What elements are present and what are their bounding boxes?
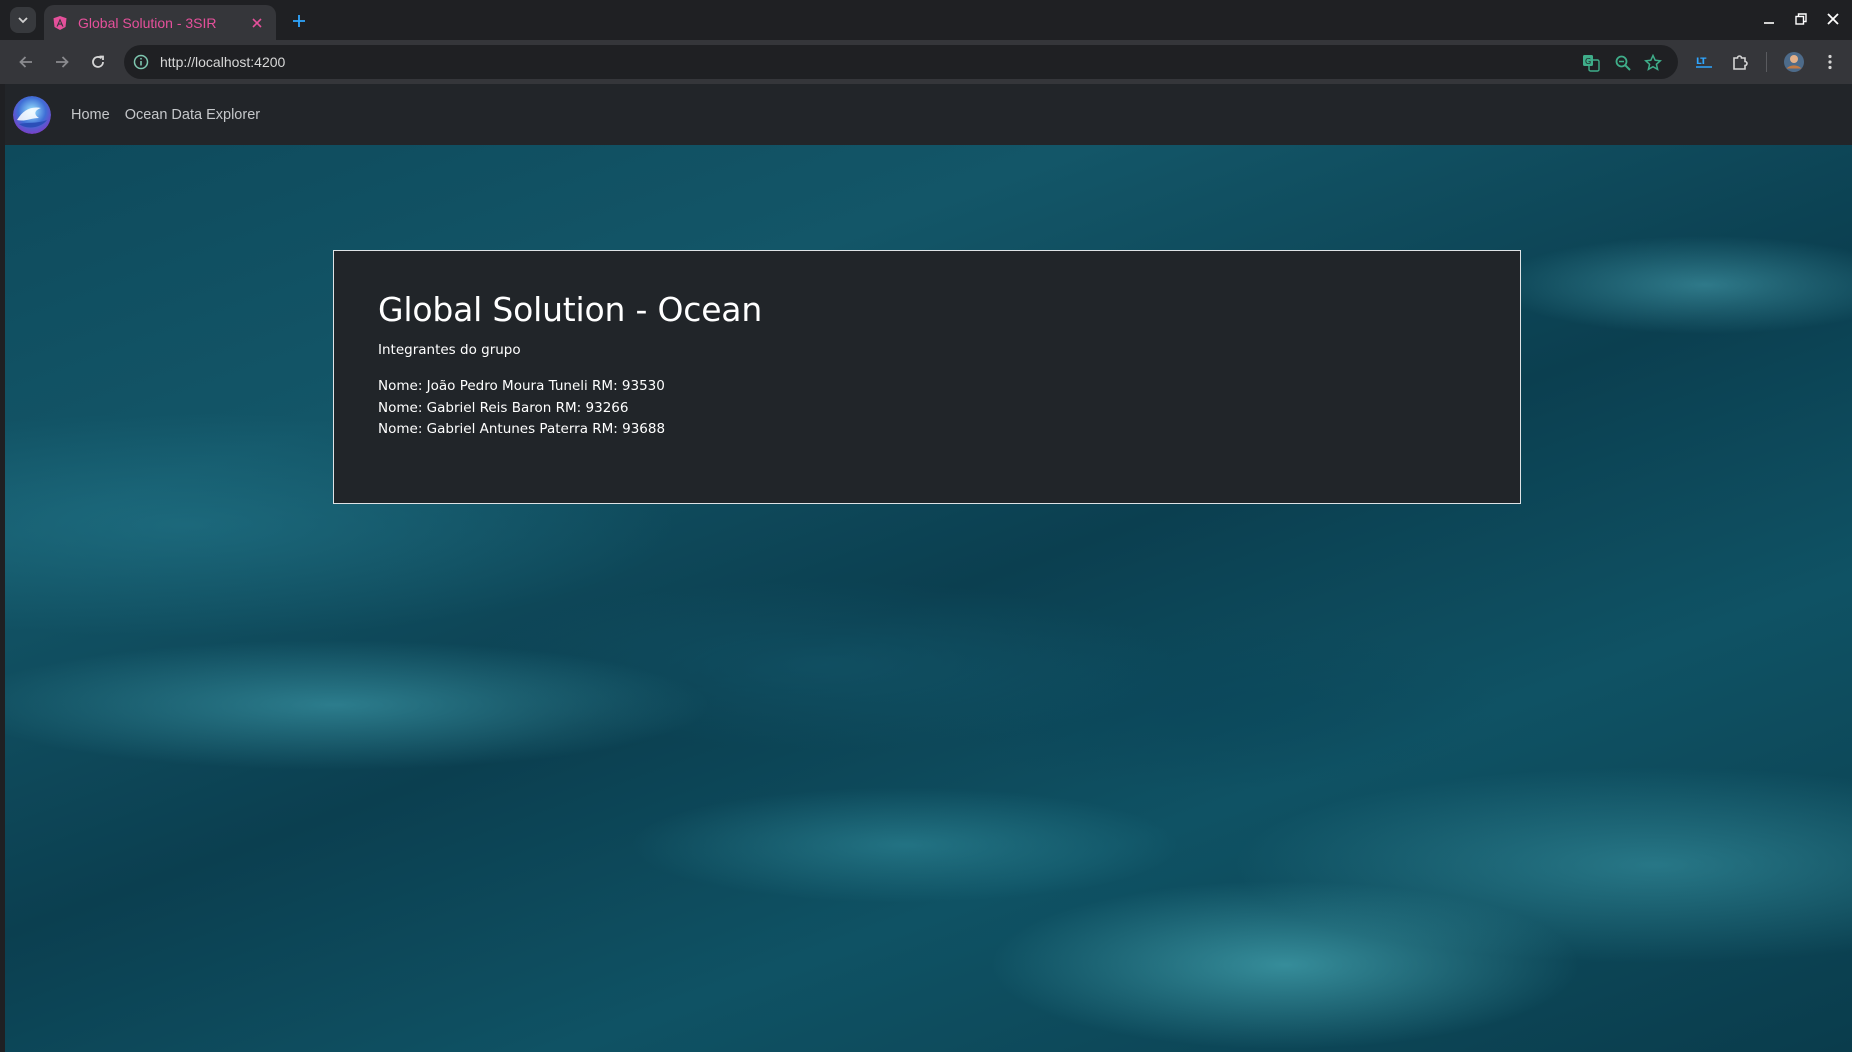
close-icon	[1827, 13, 1839, 25]
profile-avatar[interactable]	[1780, 48, 1808, 76]
arrow-left-icon	[19, 56, 32, 68]
svg-text:G: G	[1585, 57, 1591, 66]
group-info-card: Global Solution - Ocean Integrantes do g…	[333, 250, 1521, 504]
site-info-icon[interactable]	[132, 53, 150, 71]
forward-button[interactable]	[48, 48, 76, 76]
extension-lt-icon[interactable]: LT	[1690, 48, 1718, 76]
nav-link-home[interactable]: Home	[71, 107, 110, 123]
reload-icon	[92, 55, 104, 68]
chevron-down-icon	[18, 17, 28, 24]
tab-title: Global Solution - 3SIR	[78, 14, 217, 31]
member-item: Nome: Gabriel Antunes Paterra RM: 93688	[378, 421, 666, 437]
url-text[interactable]: http://localhost:4200	[160, 54, 285, 70]
more-options-icon[interactable]	[1816, 48, 1844, 76]
plus-icon	[293, 15, 305, 27]
new-tab-button[interactable]	[286, 8, 312, 34]
extensions-puzzle-icon[interactable]	[1726, 48, 1754, 76]
arrow-right-icon	[56, 56, 69, 68]
tab-strip: Global Solution - 3SIR	[0, 0, 1852, 40]
group-subtitle: Integrantes do grupo	[378, 342, 521, 358]
address-bar[interactable]: http://localhost:4200 G	[124, 45, 1678, 79]
back-button[interactable]	[12, 48, 40, 76]
reload-button[interactable]	[84, 48, 112, 76]
member-item: Nome: João Pedro Moura Tuneli RM: 93530	[378, 378, 665, 394]
browser-toolbar: http://localhost:4200 G LT	[0, 40, 1852, 84]
restore-icon	[1795, 13, 1807, 25]
ocean-logo-icon[interactable]	[13, 95, 51, 134]
nav-link-ocean-data-explorer[interactable]: Ocean Data Explorer	[125, 107, 260, 123]
translate-icon[interactable]: G	[1581, 53, 1601, 73]
angular-favicon-icon	[52, 15, 68, 31]
ocean-background: Global Solution - Ocean Integrantes do g…	[5, 145, 1852, 1052]
toolbar-separator	[1766, 52, 1767, 72]
browser-tab-active[interactable]: Global Solution - 3SIR	[44, 5, 276, 40]
zoom-icon[interactable]	[1613, 53, 1633, 73]
minimize-icon	[1764, 22, 1774, 24]
close-tab-icon[interactable]	[246, 12, 268, 34]
member-item: Nome: Gabriel Reis Baron RM: 93266	[378, 399, 629, 416]
minimize-button[interactable]	[1754, 6, 1784, 32]
close-window-button[interactable]	[1818, 6, 1848, 32]
svg-text:LT: LT	[1696, 57, 1707, 67]
page-viewport: Home Ocean Data Explorer Global Solution…	[5, 84, 1852, 1052]
tab-search-button[interactable]	[10, 7, 36, 33]
bookmark-star-icon[interactable]	[1643, 53, 1663, 73]
restore-button[interactable]	[1786, 6, 1816, 32]
app-navbar: Home Ocean Data Explorer	[5, 84, 1852, 145]
page-title: Global Solution - Ocean	[378, 290, 763, 329]
